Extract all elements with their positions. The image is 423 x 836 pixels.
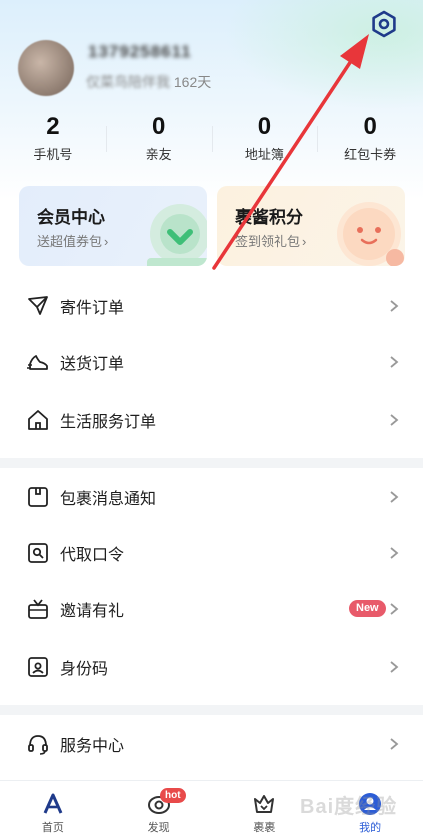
section-divider [0, 705, 423, 715]
vip-card-subtitle-text: 送超值券包 [37, 234, 103, 249]
menu-item-send-orders[interactable]: 寄件订单 [0, 278, 423, 334]
menu-item-pickup-code[interactable]: 代取口令 [0, 525, 423, 581]
tab-label: 发现 [147, 822, 170, 834]
settings-icon[interactable] [370, 10, 398, 38]
stat-value: 0 [257, 113, 272, 140]
chevron-right-icon: › [104, 234, 109, 249]
header-background [0, 0, 423, 200]
stat-label: 亲友 [145, 147, 172, 162]
menu-item-service-center[interactable]: 服务中心 [0, 716, 423, 772]
points-card-subtitle: 签到领礼包 › [235, 231, 306, 250]
stats-row: 2 手机号 0 亲友 0 地址簿 0 红包卡券 [0, 112, 423, 168]
home-logo-icon [43, 793, 63, 814]
chevron-right-icon: › [302, 234, 307, 249]
tab-discover[interactable]: 发现 [106, 781, 212, 836]
menu-item-label: 代取口令 [60, 547, 125, 564]
points-card-subtitle-text: 签到领礼包 [235, 234, 301, 249]
menu-group-service: 服务中心 [0, 716, 423, 772]
chevron-right-icon [390, 414, 399, 426]
send-plane-icon [28, 296, 48, 315]
bottom-tab-bar: 首页 发现 裹裹 我的 [0, 780, 423, 836]
menu-item-label: 服务中心 [60, 738, 125, 755]
home-icon [28, 410, 48, 430]
menu-item-life-service-orders[interactable]: 生活服务订单 [0, 390, 423, 450]
pickup-code-icon [28, 543, 48, 563]
gift-tv-icon [28, 599, 48, 619]
tab-label: 首页 [41, 822, 64, 834]
menu-group-orders: 寄件订单 送货订单 生活服务订单 [0, 278, 423, 450]
chevron-right-icon [390, 738, 399, 750]
stat-value: 0 [363, 113, 377, 140]
stat-label: 地址簿 [244, 147, 284, 162]
vip-center-card[interactable]: 会员中心 送超值券包 › [19, 186, 207, 266]
menu-item-delivery-orders[interactable]: 送货订单 [0, 334, 423, 390]
smiley-mascot-icon [337, 202, 404, 266]
chevron-right-icon [390, 603, 399, 615]
member-prefix: 仅菜鸟陪伴我 [86, 74, 170, 90]
avatar[interactable] [18, 40, 74, 96]
chevron-right-icon [390, 547, 399, 559]
menu-group-tools: 包裹消息通知 代取口令 邀请有礼 New 身份码 [0, 469, 423, 697]
chevron-right-icon [390, 491, 399, 503]
points-card-title: 裹酱积分 [235, 208, 303, 227]
menu-item-invite-gift[interactable]: 邀请有礼 New [0, 581, 423, 637]
id-code-icon [28, 657, 48, 677]
stat-friends[interactable]: 0 亲友 [105, 112, 212, 168]
menu-item-label: 生活服务订单 [60, 414, 157, 431]
stat-value: 0 [151, 113, 166, 140]
new-badge: New [349, 600, 386, 617]
stat-address-book[interactable]: 0 地址簿 [211, 112, 318, 168]
vip-card-title: 会员中心 [37, 208, 105, 227]
chevron-right-icon [390, 661, 399, 673]
username: 1379258611 [88, 42, 192, 61]
menu-item-label: 身份码 [60, 661, 109, 678]
points-card[interactable]: 裹酱积分 签到领礼包 › [217, 186, 405, 266]
tab-mine[interactable]: 我的 [317, 781, 423, 836]
menu-item-label: 送货订单 [60, 356, 125, 373]
chevron-right-icon [390, 356, 399, 368]
menu-item-package-notice[interactable]: 包裹消息通知 [0, 469, 423, 525]
stat-value: 2 [46, 113, 60, 140]
section-divider [0, 458, 423, 468]
menu-item-label: 包裹消息通知 [60, 491, 157, 508]
member-days-text: 仅菜鸟陪伴我 162天 [86, 72, 211, 92]
menu-item-id-code[interactable]: 身份码 [0, 637, 423, 697]
stat-label: 红包卡券 [344, 147, 397, 162]
delivery-shoe-icon [27, 355, 48, 370]
heart-badge-icon [147, 204, 207, 266]
tab-label: 裹裹 [253, 822, 276, 834]
crown-box-icon [254, 795, 275, 813]
menu-item-label: 邀请有礼 [60, 603, 125, 620]
tab-guoguo[interactable]: 裹裹 [212, 781, 318, 836]
menu-item-label: 寄件订单 [60, 300, 125, 317]
tab-label: 我的 [359, 822, 382, 834]
stat-coupons[interactable]: 0 红包卡券 [317, 112, 423, 168]
stat-phone[interactable]: 2 手机号 [0, 112, 106, 168]
hot-badge: hot [160, 788, 186, 803]
stat-label: 手机号 [33, 147, 73, 162]
chevron-right-icon [390, 300, 399, 312]
tab-home[interactable]: 首页 [0, 781, 106, 836]
package-notice-icon [28, 487, 48, 507]
member-days-count: 162天 [173, 74, 212, 90]
headset-icon [28, 735, 48, 755]
vip-card-subtitle: 送超值券包 › [37, 231, 108, 250]
profile-icon [359, 793, 382, 815]
